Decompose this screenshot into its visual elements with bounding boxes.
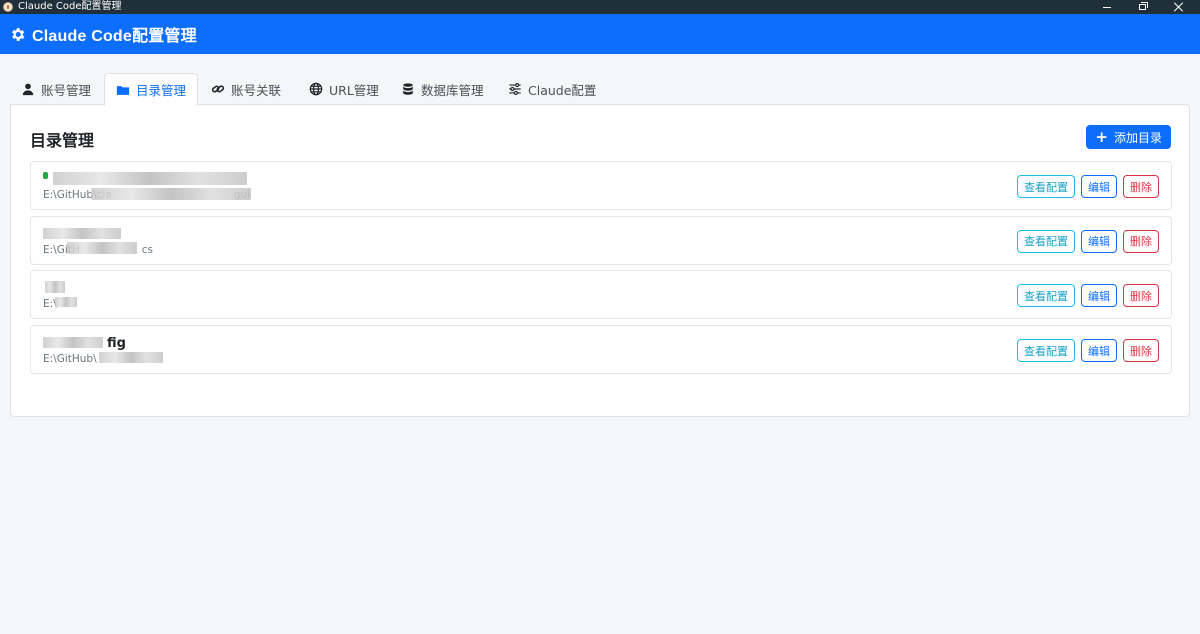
window-titlebar: Claude Code配置管理 (0, 0, 1200, 14)
tab-label: URL管理 (329, 82, 379, 98)
redacted-name (53, 172, 247, 185)
tab-label: 目录管理 (136, 83, 187, 98)
globe-icon (309, 82, 323, 96)
restore-button[interactable] (1125, 0, 1159, 14)
redacted-path (99, 352, 163, 364)
edit-button[interactable]: 编辑 (1081, 284, 1117, 308)
directory-panel: 目录管理 + 添加目录 E:\GitHub\clagui 查看配置 编辑 删除 (10, 104, 1190, 417)
redacted-path (67, 241, 137, 254)
edit-button[interactable]: 编辑 (1081, 339, 1117, 363)
app-icon (3, 2, 13, 12)
close-button[interactable] (1162, 0, 1196, 14)
view-config-button[interactable]: 查看配置 (1017, 175, 1075, 198)
app-header: Claude Code配置管理 (0, 14, 1200, 54)
tab-label: 数据库管理 (421, 82, 484, 98)
redacted-name (43, 227, 121, 239)
minimize-icon (1103, 6, 1111, 8)
view-config-button[interactable]: 查看配置 (1017, 284, 1075, 308)
link-icon (211, 85, 225, 93)
restore-icon (1138, 4, 1146, 10)
directory-item: fig E:\GitHub\ 查看配置 编辑 删除 (30, 325, 1172, 375)
directory-item: E:\GitHub\clagui 查看配置 编辑 删除 (30, 161, 1172, 210)
tab-directories[interactable]: 目录管理 (104, 73, 198, 106)
database-icon (403, 83, 413, 95)
edit-button[interactable]: 编辑 (1081, 175, 1117, 198)
gear-icon (12, 27, 25, 41)
directory-actions: 查看配置 编辑 删除 (1017, 229, 1159, 253)
page-title: 目录管理 (30, 131, 95, 150)
redacted-path (55, 297, 77, 308)
sliders-icon (509, 82, 521, 96)
directory-name (43, 172, 51, 179)
tab-database[interactable]: 数据库管理 (390, 73, 502, 105)
minimize-button[interactable] (1090, 0, 1124, 14)
directory-path: E:\GitHub\ (43, 353, 97, 366)
tab-label: Claude配置 (528, 82, 597, 98)
tab-accounts[interactable]: 账号管理 (10, 73, 104, 105)
delete-button[interactable]: 删除 (1123, 339, 1159, 363)
delete-button[interactable]: 删除 (1123, 229, 1159, 253)
view-config-button[interactable]: 查看配置 (1017, 339, 1075, 363)
user-icon (22, 83, 34, 96)
folder-icon (116, 85, 130, 95)
directory-actions: 查看配置 编辑 删除 (1017, 284, 1159, 308)
redacted-name (45, 281, 65, 294)
redacted-path (91, 188, 251, 200)
add-directory-label: 添加目录 (1113, 130, 1162, 145)
directory-item: E:\GitH cs 查看配置 编辑 删除 (30, 215, 1172, 265)
main-tabs: 账号管理 目录管理 账号关联 URL管理 数据库管理 Claude配置 (10, 73, 1190, 106)
add-directory-button[interactable]: + 添加目录 (1086, 125, 1171, 149)
window-title: Claude Code配置管理 (18, 1, 122, 12)
edit-button[interactable]: 编辑 (1081, 229, 1117, 253)
tab-url[interactable]: URL管理 (294, 73, 390, 105)
delete-button[interactable]: 删除 (1123, 284, 1159, 308)
redacted-name (43, 337, 103, 349)
tab-label: 账号管理 (41, 82, 92, 98)
directory-list: E:\GitHub\clagui 查看配置 编辑 删除 E:\GitHcs 查看… (30, 161, 1172, 380)
view-config-button[interactable]: 查看配置 (1017, 229, 1075, 253)
plus-icon: + (1095, 127, 1108, 146)
directory-actions: 查看配置 编辑 删除 (1017, 175, 1159, 198)
tab-label: 账号关联 (231, 82, 282, 98)
close-icon (1174, 2, 1184, 12)
tab-account-links[interactable]: 账号关联 (198, 73, 294, 105)
tab-claude-config[interactable]: Claude配置 (502, 73, 606, 105)
directory-item: E:\ 查看配置 编辑 删除 (30, 270, 1172, 320)
directory-actions: 查看配置 编辑 删除 (1017, 339, 1159, 363)
app-title: Claude Code配置管理 (32, 28, 197, 45)
active-status-dot (43, 172, 48, 179)
delete-button[interactable]: 删除 (1123, 175, 1159, 198)
